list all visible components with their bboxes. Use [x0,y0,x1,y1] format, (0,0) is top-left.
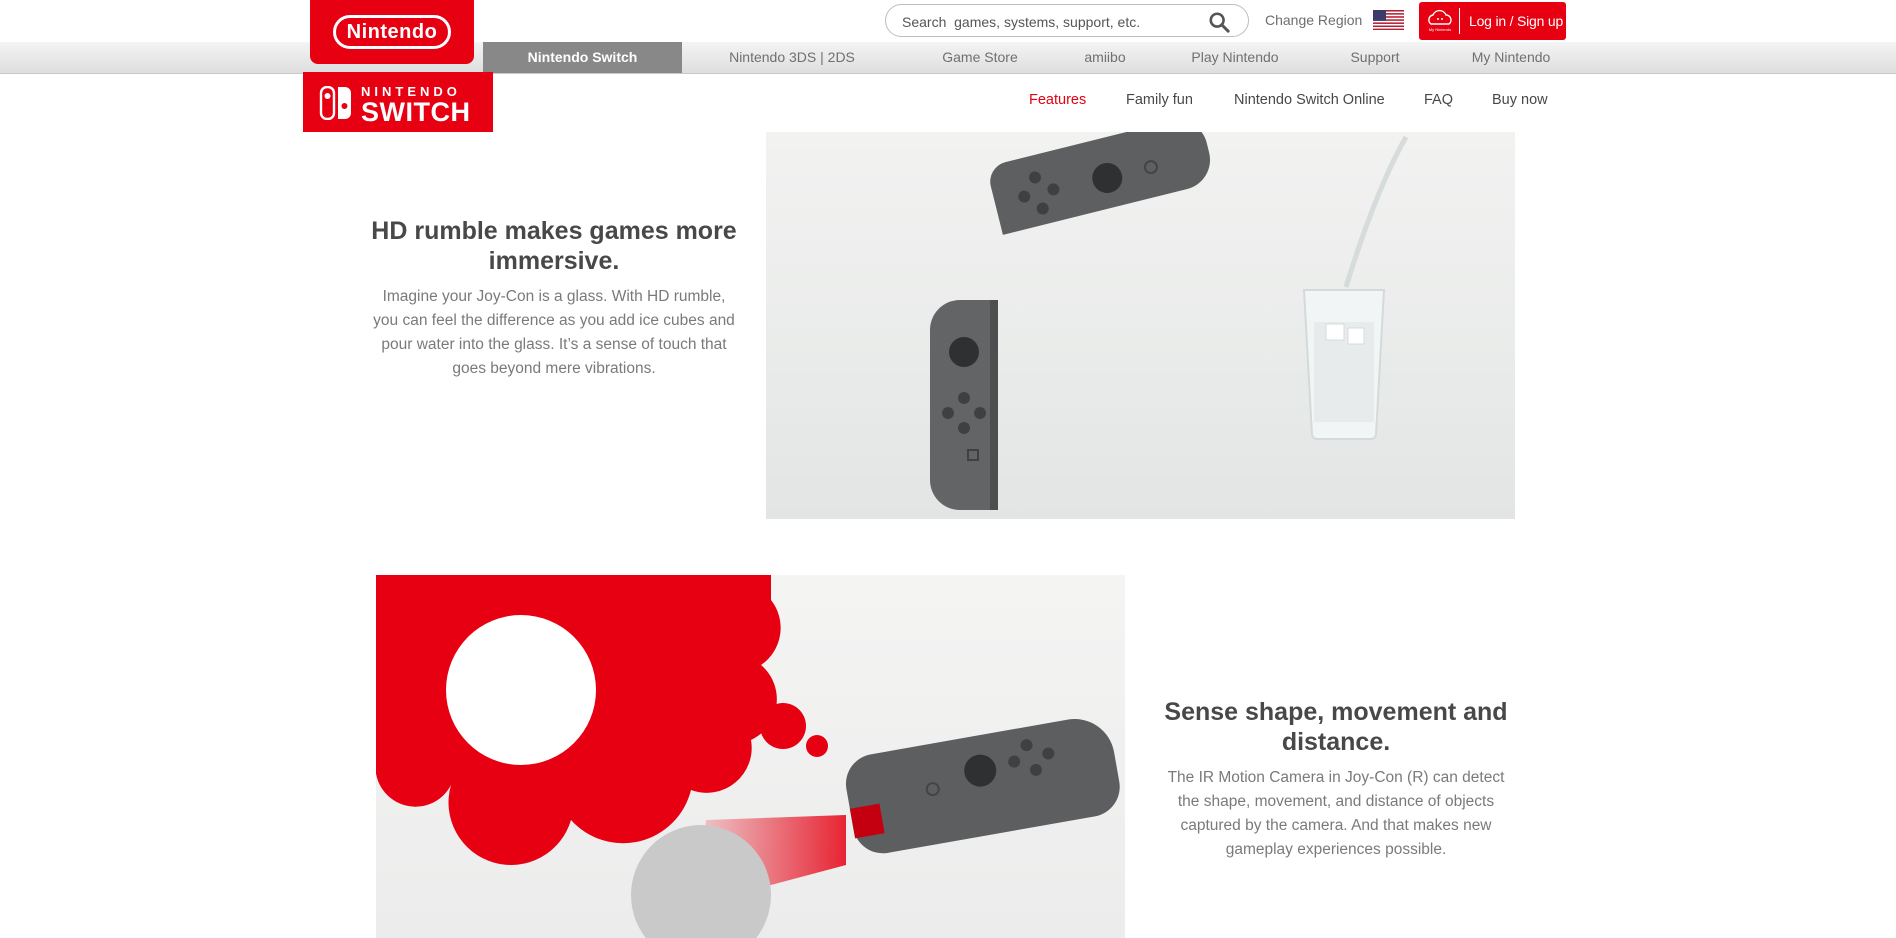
hd-rumble-image [766,132,1515,519]
ir-camera-illustration [376,575,1120,938]
hd-rumble-description: Imagine your Joy-Con is a glass. With HD… [373,288,735,377]
gnav-amiibo[interactable]: amiibo [1060,42,1150,73]
search-icon[interactable] [1208,11,1230,33]
search-input[interactable] [900,11,1194,33]
subnav-buy-now[interactable]: Buy now [1492,92,1548,108]
subnav-family-fun[interactable]: Family fun [1126,92,1193,108]
gnav-play-nintendo[interactable]: Play Nintendo [1175,42,1295,73]
nintendo-logo[interactable]: Nintendo [310,0,474,64]
login-signup-button[interactable]: My Nintendo Log in / Sign up [1419,2,1566,40]
subnav-faq[interactable]: FAQ [1424,92,1453,108]
ir-camera-image [376,575,1125,938]
sense-shape-description: The IR Motion Camera in Joy-Con (R) can … [1167,769,1505,858]
switch-logo-line2: SWITCH [361,97,471,127]
global-nav: Nintendo Switch Nintendo 3DS | 2DS Game … [0,42,1896,74]
login-divider [1459,8,1460,34]
sense-shape-heading: Sense shape, movement and distance. [1164,698,1508,756]
gnav-my-nintendo[interactable]: My Nintendo [1455,42,1567,73]
gnav-nintendo-switch[interactable]: Nintendo Switch [483,42,682,73]
joycon-glass-illustration [930,132,1409,510]
subnav-features[interactable]: Features [1029,92,1086,108]
us-flag-icon[interactable] [1373,10,1404,30]
switch-console-icon [319,86,351,120]
nintendo-switch-logo[interactable]: NINTENDO SWITCH [303,72,493,132]
my-nintendo-icon-text: My Nintendo [1429,27,1452,32]
search-box[interactable] [885,4,1249,37]
subnav-nintendo-switch-online[interactable]: Nintendo Switch Online [1234,92,1385,108]
gnav-nintendo-3ds-2ds[interactable]: Nintendo 3DS | 2DS [712,42,872,73]
hd-rumble-heading: HD rumble makes games more immersive. [371,217,737,275]
my-nintendo-cloud-icon: My Nintendo [1428,9,1452,32]
gnav-support[interactable]: Support [1330,42,1420,73]
change-region-link[interactable]: Change Region [1265,12,1362,28]
login-label: Log in / Sign up [1469,13,1564,29]
nintendo-logo-text: Nintendo [333,15,451,49]
gnav-game-store[interactable]: Game Store [920,42,1040,73]
